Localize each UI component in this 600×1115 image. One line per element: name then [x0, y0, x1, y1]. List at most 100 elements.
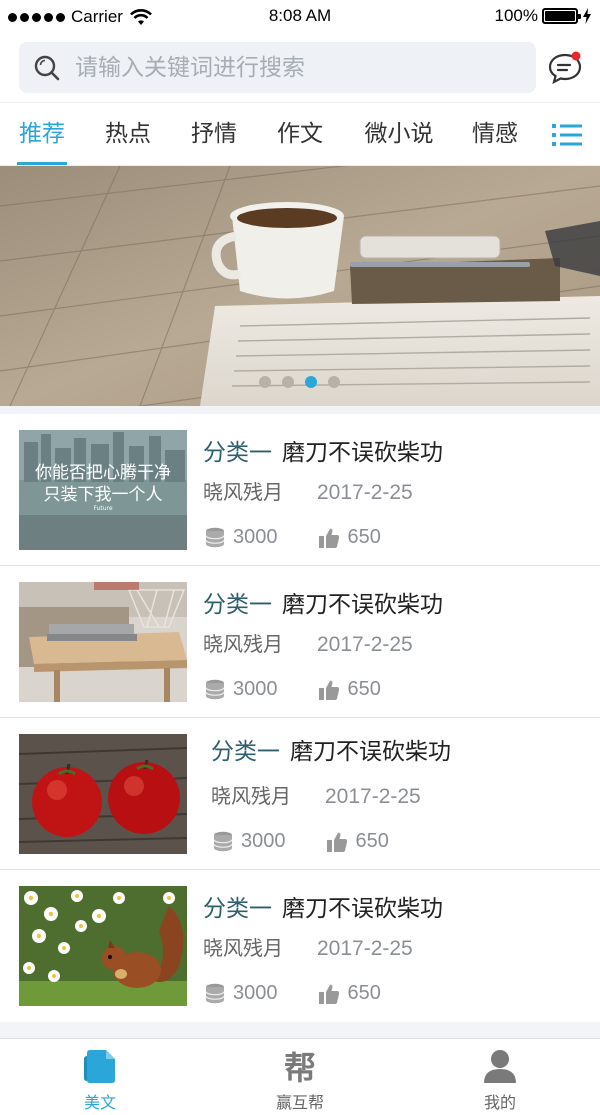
- search-row: [0, 34, 600, 102]
- carousel-dot[interactable]: [282, 376, 294, 388]
- article-date: 2017-2-25: [325, 785, 421, 808]
- article-title-text: 磨刀不误砍柴功: [282, 440, 443, 466]
- coin-stack-icon: [205, 983, 225, 1003]
- coin-count: 3000: [241, 830, 286, 852]
- thumbs-up-icon[interactable]: [318, 983, 340, 1005]
- thumbs-up-icon[interactable]: [318, 527, 340, 549]
- thumbs-up-icon[interactable]: [318, 679, 340, 701]
- message-icon[interactable]: [547, 49, 583, 85]
- article-title: 分类一 磨刀不误砍柴功: [211, 732, 451, 766]
- carousel-dots: [259, 376, 340, 388]
- wifi-icon: [130, 9, 152, 25]
- battery-percent: 100%: [494, 6, 538, 25]
- tab-emotion[interactable]: 情感: [470, 103, 520, 165]
- nav-articles[interactable]: 美文: [0, 1039, 200, 1115]
- article-meta: 晓风残月 2017-2-25: [203, 932, 413, 961]
- article-category: 分类一: [203, 896, 272, 922]
- article-title: 分类一 磨刀不误砍柴功: [203, 585, 443, 619]
- help-glyph-icon: 帮: [283, 1049, 316, 1087]
- article-date: 2017-2-25: [317, 481, 413, 504]
- article-category: 分类一: [203, 440, 272, 466]
- article-author: 晓风残月: [211, 784, 291, 808]
- thumbs-up-icon[interactable]: [326, 831, 348, 853]
- article-item[interactable]: 分类一 磨刀不误砍柴功 晓风残月 2017-2-25 3000 650: [0, 566, 600, 718]
- battery-fill: [545, 11, 575, 21]
- carrier-label: Carrier: [71, 7, 123, 26]
- nav-label: 我的: [483, 1093, 516, 1112]
- status-left: Carrier: [8, 6, 153, 28]
- article-author: 晓风残月: [203, 936, 283, 960]
- battery-icon: [542, 8, 581, 24]
- article-meta: 晓风残月 2017-2-25: [203, 476, 413, 505]
- article-item[interactable]: 分类一 磨刀不误砍柴功 晓风残月 2017-2-25 3000 650: [0, 718, 600, 870]
- like-count: 650: [355, 830, 389, 852]
- article-date: 2017-2-25: [317, 937, 413, 960]
- bottom-nav: 美文 帮 赢互帮 我的: [0, 1038, 600, 1115]
- tab-essay[interactable]: 作文: [275, 103, 325, 165]
- nav-profile[interactable]: 我的: [400, 1039, 600, 1115]
- status-bar: Carrier 8:08 AM 100%: [0, 0, 600, 34]
- city-thumbnail-image: 你能否把心腾干净 只装下我一个人 Future: [19, 430, 187, 550]
- status-right: 100%: [495, 6, 592, 26]
- coin-count: 3000: [233, 678, 278, 700]
- coin-count: 3000: [233, 982, 278, 1004]
- charging-icon: [583, 8, 591, 24]
- apples-thumbnail-image: [19, 734, 187, 854]
- article-title-text: 磨刀不误砍柴功: [282, 896, 443, 922]
- tab-micro-novel[interactable]: 微小说: [362, 103, 436, 165]
- coin-stack-icon: [213, 831, 233, 851]
- nav-label: 美文: [83, 1093, 116, 1112]
- coin-count: 3000: [233, 526, 278, 548]
- search-icon: [34, 55, 60, 81]
- search-box[interactable]: [19, 42, 536, 93]
- thumbnail-caption-2: 只装下我一个人: [44, 485, 163, 505]
- article-stats: 3000 650: [203, 678, 381, 701]
- article-author: 晓风残月: [203, 480, 283, 504]
- article-title-text: 磨刀不误砍柴功: [290, 739, 451, 765]
- article-stats: 3000 650: [211, 830, 389, 853]
- article-thumbnail: 你能否把心腾干净 只装下我一个人 Future: [19, 430, 187, 550]
- article-stats: 3000 650: [203, 526, 381, 549]
- tab-lyric[interactable]: 抒情: [189, 103, 239, 165]
- signal-icon: [8, 12, 65, 22]
- article-thumbnail: [19, 582, 187, 702]
- article-category: 分类一: [211, 739, 280, 765]
- article-title: 分类一 磨刀不误砍柴功: [203, 433, 443, 467]
- user-icon: [484, 1050, 516, 1083]
- carousel-dot-active[interactable]: [305, 376, 317, 388]
- category-tabs: 推荐 热点 抒情 作文 微小说 情感: [0, 102, 600, 166]
- like-count: 650: [347, 526, 381, 548]
- thumbnail-caption-1: 你能否把心腾干净: [35, 463, 171, 483]
- article-title: 分类一 磨刀不误砍柴功: [203, 889, 443, 923]
- table-thumbnail-image: [19, 582, 187, 702]
- tab-hot[interactable]: 热点: [103, 103, 153, 165]
- coin-stack-icon: [205, 527, 225, 547]
- carousel-dot[interactable]: [328, 376, 340, 388]
- carousel-dot[interactable]: [259, 376, 271, 388]
- coin-stack-icon: [205, 679, 225, 699]
- article-category: 分类一: [203, 592, 272, 618]
- article-list: 你能否把心腾干净 只装下我一个人 Future 分类一 磨刀不误砍柴功 晓风残月 2…: [0, 414, 600, 1022]
- banner-carousel[interactable]: [0, 166, 600, 406]
- search-input[interactable]: [75, 42, 525, 93]
- article-meta: 晓风残月 2017-2-25: [203, 628, 413, 657]
- like-count: 650: [347, 678, 381, 700]
- article-meta: 晓风残月 2017-2-25: [211, 780, 421, 809]
- squirrel-thumbnail-image: [19, 886, 187, 1006]
- article-item[interactable]: 分类一 磨刀不误砍柴功 晓风残月 2017-2-25 3000 650: [0, 870, 600, 1022]
- nav-label: 赢互帮: [275, 1093, 324, 1112]
- like-count: 650: [347, 982, 381, 1004]
- nav-help[interactable]: 帮 赢互帮: [200, 1039, 400, 1115]
- article-title-text: 磨刀不误砍柴功: [282, 592, 443, 618]
- article-author: 晓风残月: [203, 632, 283, 656]
- thumbnail-caption-3: Future: [93, 505, 112, 512]
- article-thumbnail: [19, 886, 187, 1006]
- article-thumbnail: [19, 734, 187, 854]
- tab-recommend[interactable]: 推荐: [17, 103, 67, 165]
- document-icon: [84, 1050, 115, 1083]
- menu-icon[interactable]: [552, 123, 582, 147]
- article-item[interactable]: 你能否把心腾干净 只装下我一个人 Future 分类一 磨刀不误砍柴功 晓风残月 2…: [0, 414, 600, 566]
- article-date: 2017-2-25: [317, 633, 413, 656]
- article-stats: 3000 650: [203, 982, 381, 1005]
- banner-image: [0, 166, 600, 406]
